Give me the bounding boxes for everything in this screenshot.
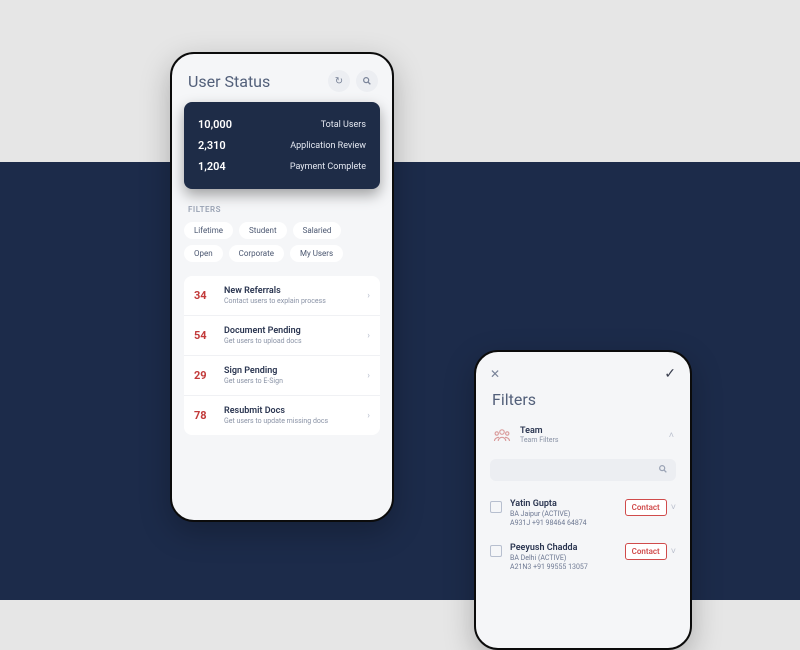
task-row[interactable]: 34 New Referrals Contact users to explai…: [184, 276, 380, 316]
checkbox[interactable]: [490, 545, 502, 557]
header: User Status ↻: [172, 54, 392, 102]
person-meta: A931J +91 98464 64874: [510, 519, 617, 527]
stat-value: 10,000: [198, 118, 232, 131]
stat-label: Total Users: [321, 120, 366, 130]
stats-card: 10,000 Total Users 2,310 Application Rev…: [184, 102, 380, 189]
task-sub: Get users to update missing docs: [224, 417, 367, 425]
stat-row: 1,204 Payment Complete: [198, 156, 366, 177]
team-text: Team Team Filters: [520, 426, 661, 444]
task-row[interactable]: 54 Document Pending Get users to upload …: [184, 316, 380, 356]
team-icon: [492, 425, 512, 445]
user-status-screen: User Status ↻ 10,000 Total Users 2,310 A…: [170, 52, 394, 522]
task-title: Resubmit Docs: [224, 406, 367, 416]
contact-button[interactable]: Contact: [625, 499, 667, 516]
task-title: New Referrals: [224, 286, 367, 296]
person-info: Peeyush Chadda BA Delhi (ACTIVE) A21N3 +…: [510, 543, 617, 571]
header: ✕ ✓: [476, 352, 690, 386]
team-title: Team: [520, 426, 661, 436]
stat-value: 2,310: [198, 139, 226, 152]
confirm-icon[interactable]: ✓: [664, 366, 676, 382]
chevron-down-icon[interactable]: ˅: [671, 546, 676, 557]
task-row[interactable]: 29 Sign Pending Get users to E-Sign ›: [184, 356, 380, 396]
task-list: 34 New Referrals Contact users to explai…: [184, 276, 380, 435]
page-title: User Status: [188, 72, 270, 91]
chevron-right-icon: ›: [367, 371, 370, 381]
filter-chip[interactable]: Student: [239, 222, 287, 239]
stat-row: 2,310 Application Review: [198, 135, 366, 156]
chevron-up-icon: ˄: [669, 430, 674, 441]
filter-chips: Lifetime Student Salaried Open Corporate…: [172, 222, 392, 262]
chevron-right-icon: ›: [367, 291, 370, 301]
task-sub: Get users to E-Sign: [224, 377, 367, 385]
task-sub: Get users to upload docs: [224, 337, 367, 345]
task-count: 34: [194, 289, 218, 302]
filters-heading: FILTERS: [172, 189, 392, 222]
stat-label: Payment Complete: [290, 162, 366, 172]
person-row: Yatin Gupta BA Jaipur (ACTIVE) A931J +91…: [476, 491, 690, 535]
task-count: 54: [194, 329, 218, 342]
filter-chip[interactable]: Corporate: [229, 245, 284, 262]
task-text: New Referrals Contact users to explain p…: [218, 286, 367, 305]
team-filter-row[interactable]: Team Team Filters ˄: [476, 419, 690, 455]
stat-row: 10,000 Total Users: [198, 114, 366, 135]
refresh-icon[interactable]: ↻: [328, 70, 350, 92]
person-row: Peeyush Chadda BA Delhi (ACTIVE) A21N3 +…: [476, 535, 690, 579]
task-count: 29: [194, 369, 218, 382]
person-name: Peeyush Chadda: [510, 543, 617, 553]
filters-screen: ✕ ✓ Filters Team Team Filters ˄ Yatin Gu…: [474, 350, 692, 650]
task-row[interactable]: 78 Resubmit Docs Get users to update mis…: [184, 396, 380, 435]
chevron-right-icon: ›: [367, 411, 370, 421]
task-count: 78: [194, 409, 218, 422]
close-icon[interactable]: ✕: [490, 367, 500, 381]
search-input[interactable]: [490, 459, 676, 481]
person-name: Yatin Gupta: [510, 499, 617, 509]
stat-label: Application Review: [290, 141, 366, 151]
person-actions: Contact ˅: [625, 543, 676, 560]
task-title: Document Pending: [224, 326, 367, 336]
person-meta: BA Delhi (ACTIVE): [510, 554, 617, 562]
checkbox[interactable]: [490, 501, 502, 513]
task-text: Sign Pending Get users to E-Sign: [218, 366, 367, 385]
team-sub: Team Filters: [520, 436, 661, 444]
task-text: Resubmit Docs Get users to update missin…: [218, 406, 367, 425]
person-meta: A21N3 +91 99555 13057: [510, 563, 617, 571]
search-icon: [658, 464, 668, 477]
header-actions: ↻: [328, 70, 378, 92]
task-sub: Contact users to explain process: [224, 297, 367, 305]
task-text: Document Pending Get users to upload doc…: [218, 326, 367, 345]
task-title: Sign Pending: [224, 366, 367, 376]
person-meta: BA Jaipur (ACTIVE): [510, 510, 617, 518]
filter-chip[interactable]: Open: [184, 245, 223, 262]
person-actions: Contact ˅: [625, 499, 676, 516]
chevron-down-icon[interactable]: ˅: [671, 502, 676, 513]
search-icon[interactable]: [356, 70, 378, 92]
filter-chip[interactable]: Lifetime: [184, 222, 233, 239]
filter-chip[interactable]: Salaried: [293, 222, 342, 239]
person-info: Yatin Gupta BA Jaipur (ACTIVE) A931J +91…: [510, 499, 617, 527]
contact-button[interactable]: Contact: [625, 543, 667, 560]
chevron-right-icon: ›: [367, 331, 370, 341]
page-title: Filters: [476, 386, 690, 419]
stat-value: 1,204: [198, 160, 226, 173]
filter-chip[interactable]: My Users: [290, 245, 343, 262]
